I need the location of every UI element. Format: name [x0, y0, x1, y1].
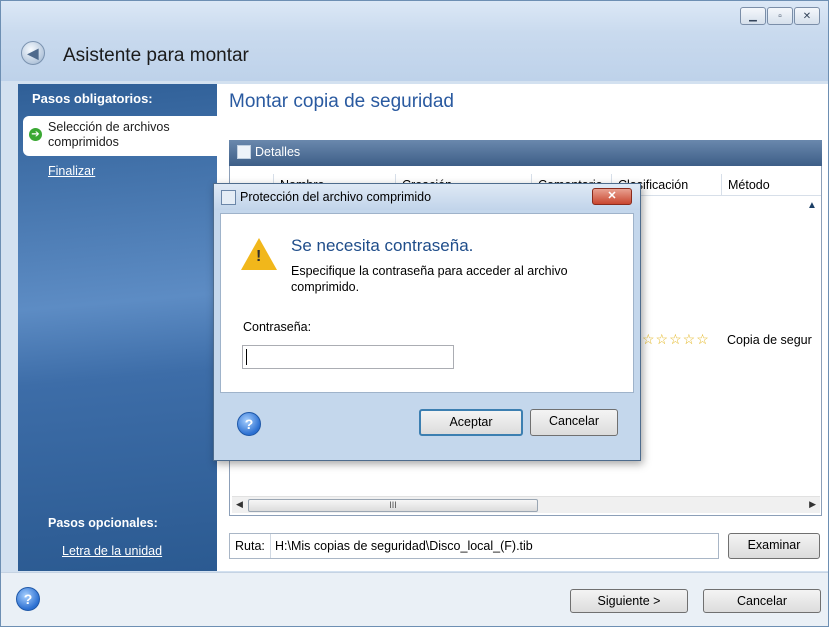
- scroll-thumb[interactable]: III: [248, 499, 538, 512]
- sidebar-item-label: Selección de archivos comprimidos: [48, 120, 170, 149]
- rating-stars: ☆☆☆☆☆: [642, 331, 710, 347]
- optional-steps-heading: Pasos opcionales:: [48, 516, 158, 530]
- password-input[interactable]: [242, 345, 454, 369]
- dialog-body: ! Se necesita contraseña. Especifique la…: [220, 213, 634, 393]
- dialog-message: Especifique la contraseña para acceder a…: [291, 264, 568, 294]
- details-label: Detalles: [255, 145, 301, 159]
- ok-button[interactable]: Aceptar: [419, 409, 523, 436]
- wizard-footer: ? Siguiente > Cancelar: [1, 572, 828, 626]
- password-label: Contraseña:: [243, 320, 312, 334]
- help-icon[interactable]: ?: [16, 587, 40, 611]
- sidebar: Pasos obligatorios: ➔ Selección de archi…: [18, 84, 217, 571]
- minimize-button[interactable]: ▁: [740, 7, 766, 25]
- warning-mark: !: [256, 248, 262, 265]
- green-arrow-icon: ➔: [29, 128, 42, 141]
- scroll-right-icon[interactable]: ▶: [809, 499, 816, 510]
- dialog-heading: Se necesita contraseña.: [291, 236, 474, 255]
- method-cell: Copia de segur: [727, 333, 812, 347]
- dialog-title-bar: Protección del archivo comprimido ✕: [214, 184, 640, 210]
- scroll-left-icon[interactable]: ◀: [236, 499, 243, 510]
- sidebar-item-finish[interactable]: Finalizar: [48, 164, 95, 178]
- chevron-up-icon[interactable]: ▲: [807, 200, 817, 211]
- column-header-method[interactable]: Método: [722, 174, 821, 196]
- required-steps-heading: Pasos obligatorios:: [32, 91, 153, 106]
- dialog-cancel-button[interactable]: Cancelar: [530, 409, 618, 436]
- dialog-title: Protección del archivo comprimido: [240, 190, 432, 204]
- page-title: Montar copia de seguridad: [229, 91, 454, 112]
- dialog-close-button[interactable]: ✕: [592, 188, 632, 205]
- details-toggle[interactable]: Detalles: [229, 140, 822, 166]
- path-input[interactable]: [270, 534, 718, 558]
- window-title: Asistente para montar: [63, 45, 249, 66]
- close-window-button[interactable]: ✕: [794, 7, 820, 25]
- maximize-button[interactable]: ▫: [767, 7, 793, 25]
- sidebar-item-archive-selection[interactable]: ➔ Selección de archivos comprimidos: [23, 116, 217, 156]
- title-bar: ▁ ▫ ✕ ◀ Asistente para montar: [1, 1, 828, 81]
- path-label: Ruta:: [235, 539, 265, 553]
- next-button[interactable]: Siguiente >: [570, 589, 688, 613]
- sidebar-item-drive-letter[interactable]: Letra de la unidad: [62, 544, 162, 558]
- password-dialog: Protección del archivo comprimido ✕ ! Se…: [213, 183, 641, 461]
- back-arrow-icon[interactable]: ◀: [21, 41, 45, 65]
- magnifier-icon: [237, 145, 251, 159]
- cancel-button[interactable]: Cancelar: [703, 589, 821, 613]
- path-field-row: Ruta:: [229, 533, 719, 559]
- archive-shield-icon: [221, 190, 236, 205]
- text-caret: [246, 349, 247, 365]
- dialog-help-icon[interactable]: ?: [237, 412, 261, 436]
- browse-button[interactable]: Examinar: [728, 533, 820, 559]
- window-controls: ▁ ▫ ✕: [739, 7, 820, 25]
- horizontal-scrollbar[interactable]: ◀ III ▶: [232, 496, 820, 513]
